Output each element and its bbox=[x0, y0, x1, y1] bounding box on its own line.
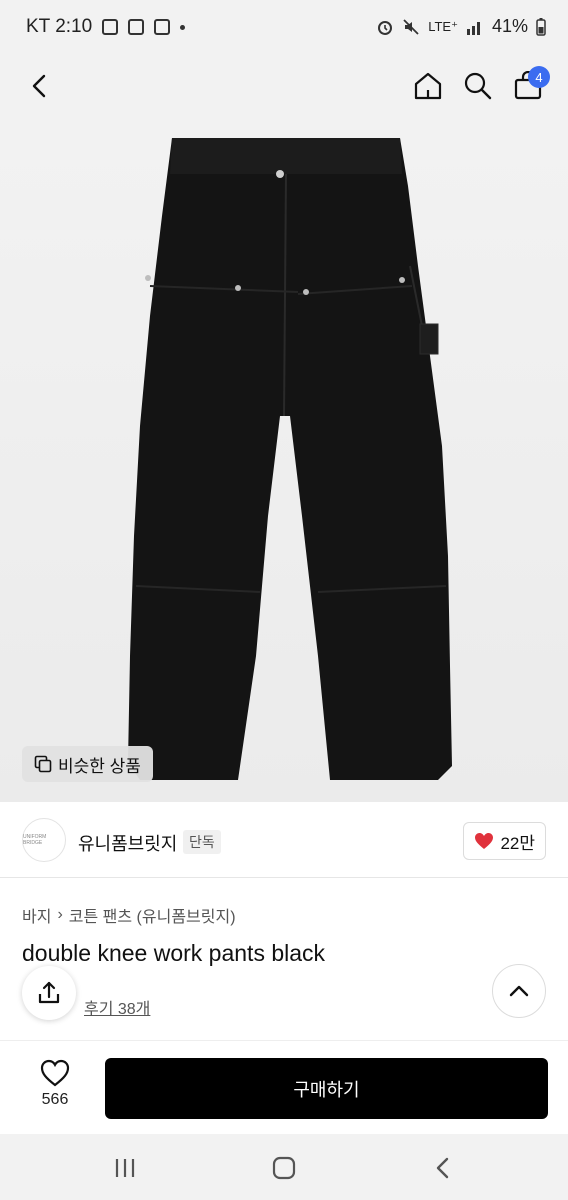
share-icon bbox=[38, 981, 60, 1004]
system-nav-bar bbox=[0, 1134, 568, 1200]
buy-button[interactable]: 구매하기 bbox=[105, 1058, 548, 1119]
signal-icon bbox=[466, 21, 480, 35]
home-icon bbox=[414, 72, 442, 100]
status-right: LTE⁺ 41% bbox=[376, 16, 546, 37]
pants-illustration bbox=[128, 138, 452, 780]
brand-logo-text: UNIFORM BRIDGE bbox=[23, 834, 47, 846]
breadcrumb-category[interactable]: 바지 bbox=[22, 903, 51, 927]
app-header: 4 bbox=[0, 56, 568, 116]
home-nav-button[interactable] bbox=[264, 1148, 304, 1188]
product-image[interactable]: 비슷한 상품 bbox=[0, 116, 568, 802]
share-button[interactable] bbox=[22, 966, 76, 1020]
heart-outline-icon bbox=[40, 1059, 70, 1087]
home-nav-icon bbox=[272, 1156, 296, 1180]
search-button[interactable] bbox=[456, 64, 500, 108]
battery-level: 41% bbox=[491, 16, 528, 36]
chevron-up-icon bbox=[509, 985, 529, 997]
alarm-icon bbox=[378, 20, 393, 35]
mute-icon bbox=[403, 18, 419, 35]
cart-button[interactable]: 4 bbox=[506, 64, 550, 108]
breadcrumb-separator-icon: › bbox=[57, 906, 63, 923]
heart-icon bbox=[475, 833, 494, 849]
breadcrumb-subcategory[interactable]: 코튼 팬츠 (유니폼브릿지) bbox=[69, 903, 236, 927]
brand-name[interactable]: 유니폼브릿지 bbox=[78, 830, 177, 856]
status-time: KT 2:10 bbox=[26, 16, 93, 37]
wishlist-button[interactable]: 566 bbox=[20, 1059, 90, 1109]
wishlist-count: 566 bbox=[41, 1091, 69, 1108]
copy-icon bbox=[34, 755, 52, 773]
network-label: LTE⁺ bbox=[428, 18, 458, 34]
back-nav-icon bbox=[436, 1157, 449, 1179]
recent-apps-icon bbox=[115, 1159, 135, 1177]
back-arrow-icon bbox=[32, 74, 46, 98]
brand-like-button[interactable]: 22만 bbox=[463, 822, 546, 860]
status-left: KT 2:10 bbox=[26, 16, 186, 38]
back-button[interactable] bbox=[18, 64, 62, 108]
review-link[interactable]: 후기 38개 bbox=[84, 995, 150, 1019]
brand-row: UNIFORM BRIDGE 유니폼브릿지 단독 22만 bbox=[0, 804, 568, 878]
home-button[interactable] bbox=[406, 64, 450, 108]
cart-count-badge: 4 bbox=[528, 66, 550, 88]
recent-apps-button[interactable] bbox=[105, 1148, 145, 1188]
brand-like-count: 22만 bbox=[500, 833, 535, 853]
status-bar: KT 2:10 LTE⁺ 41% bbox=[0, 0, 568, 56]
battery-icon bbox=[536, 17, 546, 36]
search-icon bbox=[464, 72, 492, 100]
exclusive-tag: 단독 bbox=[183, 830, 221, 854]
app-notification-icon bbox=[128, 19, 145, 35]
breadcrumb: 바지 › 코튼 팬츠 (유니폼브릿지) bbox=[22, 903, 236, 927]
scroll-top-button[interactable] bbox=[492, 964, 546, 1018]
similar-products-label: 비슷한 상품 bbox=[58, 756, 141, 776]
app-notification-icon-2 bbox=[154, 19, 171, 35]
more-notifications-icon bbox=[180, 24, 186, 30]
similar-products-button[interactable]: 비슷한 상품 bbox=[22, 746, 153, 782]
bottom-purchase-bar: 566 구매하기 bbox=[0, 1040, 568, 1134]
product-title: double knee work pants black bbox=[22, 940, 326, 966]
gallery-notification-icon bbox=[102, 19, 119, 35]
brand-logo[interactable]: UNIFORM BRIDGE bbox=[22, 818, 66, 862]
back-nav-button[interactable] bbox=[423, 1148, 463, 1188]
